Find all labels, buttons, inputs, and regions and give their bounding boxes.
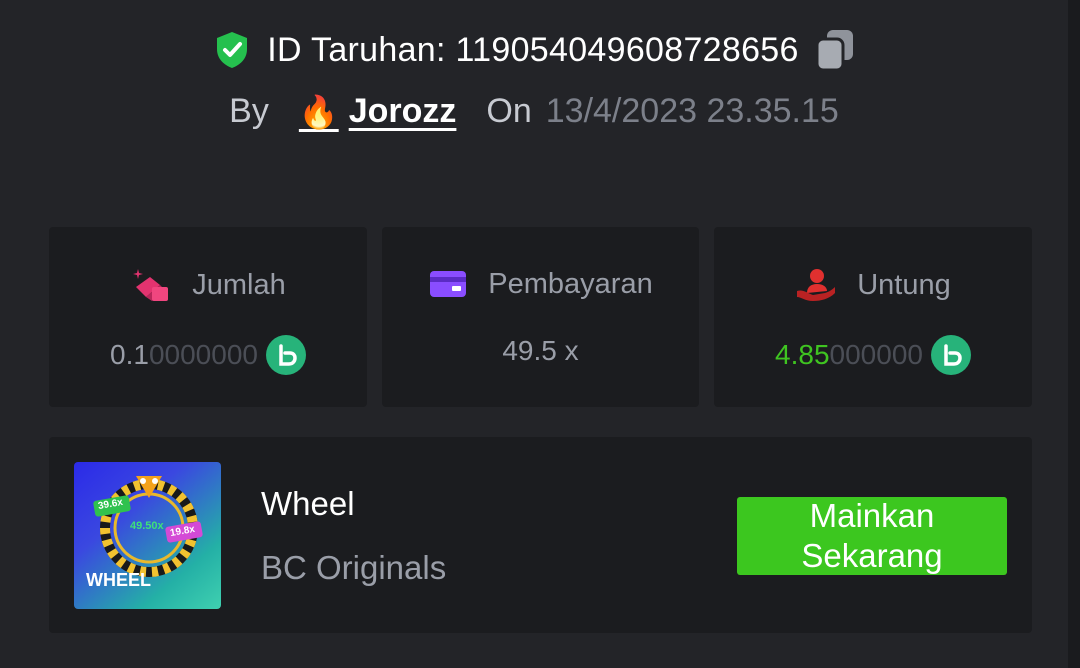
bet-amount-icon: [133, 269, 169, 301]
profit-label: Untung: [857, 268, 951, 301]
on-label: On: [486, 92, 532, 130]
username-link[interactable]: 🔥 Jorozz: [299, 92, 457, 131]
game-name: Wheel: [261, 485, 355, 522]
payout-value: 49.5 x: [502, 335, 579, 366]
payout-card-icon: [430, 271, 467, 297]
bc-coin-icon: [930, 335, 971, 375]
game-thumbnail[interactable]: 39.6x 49.50x 19.8x WHEEL: [74, 462, 221, 609]
profit-value-dim: 000000: [829, 339, 923, 370]
username: Jorozz: [348, 92, 457, 130]
copy-icon[interactable]: [815, 28, 855, 72]
bet-id: ID Taruhan: 119054049608728656: [267, 30, 799, 69]
thumb-multiplier-center: 49.50x: [130, 520, 164, 532]
bet-id-row: ID Taruhan: 119054049608728656: [0, 28, 1068, 72]
verified-shield-icon: [217, 32, 248, 68]
scroll-edge: [1068, 0, 1080, 668]
payout-label: Pembayaran: [488, 267, 653, 300]
game-panel: 39.6x 49.50x 19.8x WHEEL Wheel BC Origin…: [49, 437, 1032, 633]
game-provider: BC Originals: [261, 549, 447, 586]
profit-value-main: 4.85: [775, 339, 830, 370]
amount-value-dim: 0000000: [148, 339, 258, 370]
bc-coin-icon: [265, 335, 306, 375]
bet-date: 13/4/2023 23.35.15: [545, 92, 839, 130]
amount-value-main: 0.1: [110, 339, 149, 370]
amount-label: Jumlah: [192, 268, 286, 301]
profit-hand-icon: [797, 269, 836, 301]
profit-card: Untung 4.85 000000: [714, 227, 1032, 407]
thumb-title: WHEEL: [86, 570, 151, 590]
fire-icon: 🔥: [298, 93, 339, 130]
by-label: By: [229, 92, 269, 130]
play-now-button[interactable]: Mainkan Sekarang: [737, 497, 1007, 575]
byline: By 🔥 Jorozz On 13/4/2023 23.35.15: [0, 92, 1068, 131]
payout-card: Pembayaran 49.5 x: [382, 227, 699, 407]
amount-card: Jumlah 0.1 0000000: [49, 227, 367, 407]
